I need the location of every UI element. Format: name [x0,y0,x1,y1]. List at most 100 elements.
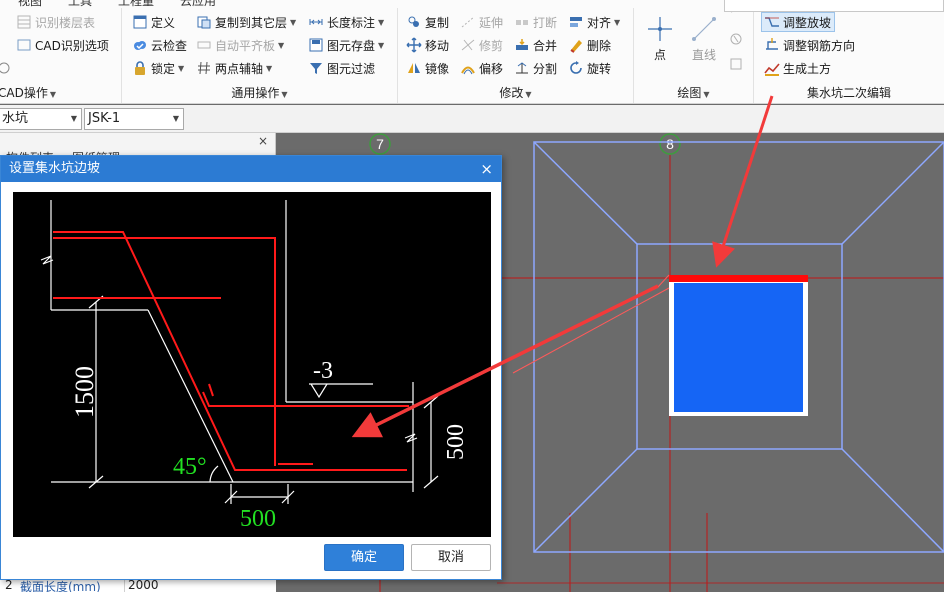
group-draw: 点 直线 绘图 ▼ [634,6,754,103]
group-common-title[interactable]: 通用操作 ▼ [122,84,397,101]
copy-to-other-floor-label: 复制到其它层 [215,15,288,30]
mirror-label: 镜像 [425,61,450,76]
group-common: 定义 云检查 锁定 ▼ 复制到其它层 ▼ 自动平齐板 ▼ 两点辅轴 ▼ 长度标注 ▼ 图 [122,8,398,103]
earthwork-icon [764,60,780,76]
chevron-down-icon: ▼ [614,17,621,27]
group-pit-edit: 调整放坡 调整钢筋方向 生成土方 集水坑二次编辑 [724,0,944,103]
floor-table-icon [16,14,32,30]
level-slab-icon [196,37,212,53]
split-icon [514,60,530,76]
close-icon[interactable]: × [480,156,493,182]
filter-icon [308,60,324,76]
property-row-value[interactable]: 2000 [124,578,159,592]
adjust-slope-label: 调整放坡 [783,15,832,30]
align-button[interactable]: 对齐 ▼ [568,12,620,32]
trim-label: 修剪 [479,38,504,53]
sump-pit[interactable] [674,283,803,412]
chevron-down-icon: ▼ [172,114,179,123]
offset-label: -3 [313,358,333,384]
copy-to-other-floor-button[interactable]: 复制到其它层 ▼ [196,12,296,32]
offset-icon [460,60,476,76]
element-selector-bar: 水坑 ▼ JSK-1 ▼ [0,105,944,133]
chevron-down-icon: ▼ [378,17,385,27]
generate-earthwork-button[interactable]: 生成土方 [764,58,831,78]
draw-shape-icons [728,6,744,89]
axis-label-8: 8 [666,136,674,152]
align-label: 对齐 [587,15,612,30]
merge-label: 合并 [533,38,558,53]
rotate-icon [568,60,584,76]
offset-button[interactable]: 偏移 [460,58,503,78]
circle-icon [0,60,12,76]
delete-label: 删除 [587,38,612,53]
ok-button[interactable]: 确定 [324,544,404,571]
group-modify-title[interactable]: 修改 ▼ [398,84,633,101]
define-button[interactable]: 定义 [132,12,175,32]
set-pit-slope-dialog: 设置集水坑边坡 × 1500 -3 500 45° 500 确定 取消 [0,155,502,580]
split-button[interactable]: 分割 [514,58,557,78]
adjust-rebar-direction-button[interactable]: 调整钢筋方向 [764,35,855,55]
merge-icon [514,37,530,53]
length-dimension-button[interactable]: 长度标注 ▼ [308,12,384,32]
delete-button[interactable]: 删除 [568,35,611,55]
recognize-floor-table-label: 识别楼层表 [35,15,96,30]
copy-button[interactable]: 复制 [406,12,449,32]
group-cad-title[interactable]: CAD操作 ▼ [0,84,119,101]
merge-button[interactable]: 合并 [514,35,557,55]
axis-label-7: 7 [376,136,384,152]
trim-icon [460,37,476,53]
define-icon [132,14,148,30]
cloud-check-button[interactable]: 云检查 [132,35,187,55]
dialog-title: 设置集水坑边坡 [9,161,101,176]
cad-options-button[interactable]: CAD识别选项 [16,35,109,55]
mirror-button[interactable]: 镜像 [406,58,449,78]
chevron-down-icon: ▼ [266,63,273,73]
eraser-icon [568,37,584,53]
length-dimension-label: 长度标注 [327,15,376,30]
generate-earthwork-label: 生成土方 [783,61,832,76]
element-type-select[interactable]: 水坑 ▼ [0,108,82,130]
move-label: 移动 [425,38,450,53]
group-modify: 复制 移动 镜像 延伸 修剪 偏移 打断 合并 分割 对齐 ▼ 删除 旋转 修改… [398,8,634,103]
draw-point-button[interactable]: 点 [640,10,680,72]
auto-level-slab-button[interactable]: 自动平齐板 ▼ [196,35,284,55]
lock-button[interactable]: 锁定 ▼ [132,58,184,78]
property-row-index: 2 [5,578,13,592]
rotate-button[interactable]: 旋转 [568,58,611,78]
cancel-button[interactable]: 取消 [411,544,491,571]
hash-axis-icon [196,60,212,76]
trim-button[interactable]: 修剪 [460,35,503,55]
split-label: 分割 [533,61,558,76]
move-button[interactable]: 移动 [406,35,449,55]
lock-icon [132,60,148,76]
search-box[interactable] [724,0,944,12]
dialog-titlebar[interactable]: 设置集水坑边坡 × [1,156,501,182]
chevron-down-icon: ▼ [290,17,297,27]
save-elements-icon [308,37,324,53]
selected-pit-edge[interactable] [669,275,808,282]
depth-label: 1500 [70,366,99,418]
rotate-label: 旋转 [587,61,612,76]
extend-button[interactable]: 延伸 [460,12,503,32]
save-elements-button[interactable]: 图元存盘 ▼ [308,35,384,55]
auto-level-slab-label: 自动平齐板 [215,38,276,53]
draw-line-button[interactable]: 直线 [684,10,724,72]
group-cad: 识别楼层表 CAD识别选项 CAD操作 ▼ [0,8,122,103]
element-name-value: JSK-1 [88,111,121,126]
element-filter-button[interactable]: 图元过滤 [308,58,375,78]
two-point-axis-button[interactable]: 两点辅轴 ▼ [196,58,272,78]
copy-floor-icon [196,14,212,30]
panel-close-icon[interactable]: × [258,134,268,148]
group-draw-title[interactable]: 绘图 ▼ [634,84,753,101]
chevron-down-icon: ▼ [70,114,77,123]
chevron-down-icon: ▼ [378,40,385,50]
cad-options-label: CAD识别选项 [35,38,109,53]
recognize-floor-table-button[interactable]: 识别楼层表 [16,12,95,32]
break-button[interactable]: 打断 [514,12,557,32]
slope-section-diagram: 1500 -3 500 45° 500 [13,192,491,537]
two-point-axis-label: 两点辅轴 [215,61,264,76]
adjust-slope-button[interactable]: 调整放坡 [761,12,836,32]
cad-extra-button[interactable] [0,58,15,78]
shape-tools-icon[interactable] [728,6,744,86]
element-name-select[interactable]: JSK-1 ▼ [84,108,184,130]
